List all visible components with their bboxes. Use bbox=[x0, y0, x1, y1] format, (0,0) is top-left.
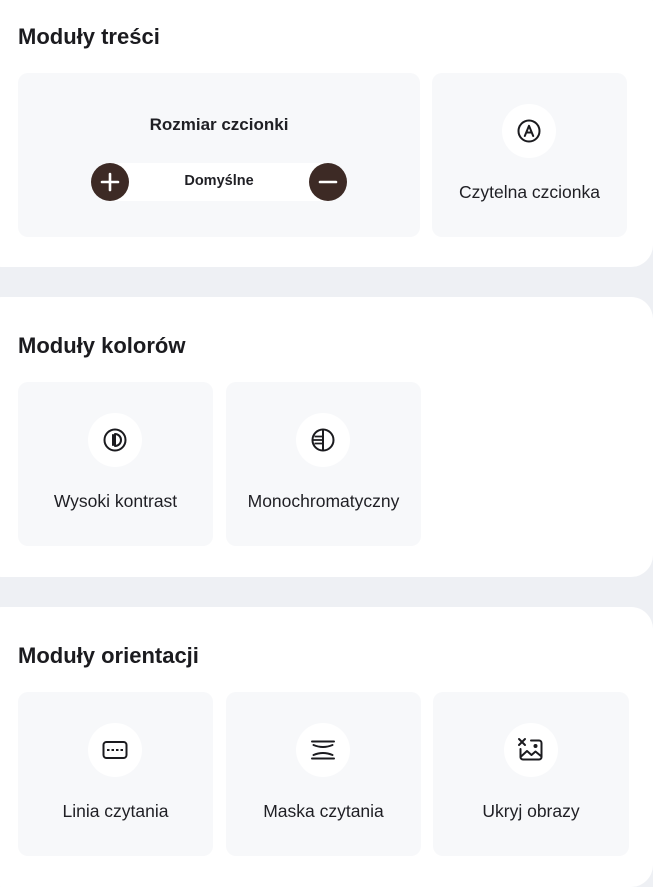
content-modules-panel: Moduły treści Rozmiar czcionki Domyślne … bbox=[0, 0, 653, 267]
reading-line-icon-wrap bbox=[88, 723, 142, 777]
minus-icon bbox=[318, 180, 338, 184]
font-size-value: Domyślne bbox=[184, 173, 254, 189]
reading-mask-icon bbox=[311, 740, 335, 760]
readable-font-card[interactable]: Czytelna czcionka bbox=[432, 73, 627, 237]
orientation-modules-title: Moduły orientacji bbox=[18, 643, 199, 668]
high-contrast-label: Wysoki kontrast bbox=[53, 491, 178, 511]
reading-mask-label: Maska czytania bbox=[263, 801, 384, 821]
hide-images-label: Ukryj obrazy bbox=[482, 801, 580, 821]
hide-images-icon-wrap bbox=[504, 723, 558, 777]
hide-images-icon bbox=[518, 738, 543, 761]
monochrome-icon bbox=[311, 428, 335, 452]
reading-mask-icon-wrap bbox=[296, 723, 350, 777]
monochrome-icon-wrap bbox=[296, 413, 350, 467]
readable-font-icon-wrap bbox=[502, 104, 556, 158]
font-size-card: Rozmiar czcionki Domyślne bbox=[18, 73, 420, 237]
reading-mask-card[interactable]: Maska czytania bbox=[226, 692, 421, 856]
monochrome-card[interactable]: Monochromatyczny bbox=[226, 382, 421, 546]
decrease-font-size-button[interactable] bbox=[309, 163, 347, 201]
color-modules-title: Moduły kolorów bbox=[18, 333, 186, 358]
readable-font-label: Czytelna czcionka bbox=[458, 182, 601, 202]
high-contrast-card[interactable]: Wysoki kontrast bbox=[18, 382, 213, 546]
hide-images-card[interactable]: Ukryj obrazy bbox=[433, 692, 629, 856]
readable-font-icon bbox=[517, 119, 541, 143]
content-modules-title: Moduły treści bbox=[18, 24, 160, 49]
reading-line-card[interactable]: Linia czytania bbox=[18, 692, 213, 856]
font-size-stepper: Domyślne bbox=[92, 163, 346, 201]
reading-line-icon bbox=[102, 741, 128, 759]
high-contrast-icon-wrap bbox=[88, 413, 142, 467]
monochrome-label: Monochromatyczny bbox=[247, 491, 400, 511]
orientation-modules-panel: Moduły orientacji Linia czytania Maska c… bbox=[0, 607, 653, 887]
font-size-title: Rozmiar czcionki bbox=[149, 115, 289, 134]
color-modules-panel: Moduły kolorów Wysoki kontrast Monochrom… bbox=[0, 297, 653, 577]
increase-font-size-button[interactable] bbox=[91, 163, 129, 201]
high-contrast-icon bbox=[103, 428, 127, 452]
plus-icon bbox=[100, 172, 120, 192]
reading-line-label: Linia czytania bbox=[62, 801, 169, 821]
